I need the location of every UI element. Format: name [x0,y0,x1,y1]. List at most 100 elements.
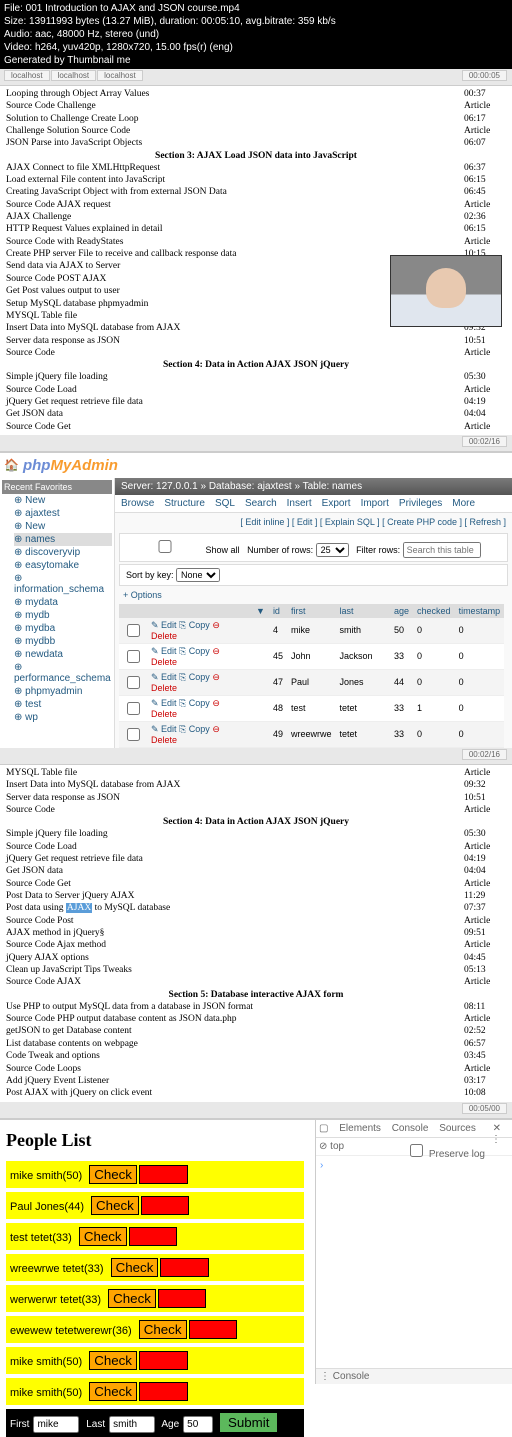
copy-link[interactable]: ⎘ Copy [179,698,210,708]
copy-link[interactable]: ⎘ Copy [179,620,210,630]
tree-node[interactable]: ⊕ easytomake [14,559,112,572]
tree-node[interactable]: ⊕ wp [14,711,112,724]
person-row: Paul Jones(44) CheckDelete [6,1192,304,1219]
tree-node[interactable]: ⊕ discoveryvip [14,546,112,559]
mobile-icon[interactable]: ▢ [319,1123,328,1134]
menu-browse[interactable]: Browse [121,498,154,509]
context-select[interactable]: top [330,1141,344,1152]
delete-button[interactable]: Delete [141,1196,190,1215]
options-toggle[interactable]: + Options [115,588,512,602]
check-button[interactable]: Check [139,1320,187,1339]
tree-node[interactable]: ⊕ names [14,533,112,546]
menu-privileges[interactable]: Privileges [399,498,442,509]
devtools-drawer: ⋮ Console [316,1368,512,1384]
clear-icon[interactable]: ⊘ [319,1141,327,1152]
copy-link[interactable]: ⎘ Copy [179,672,210,682]
edit-link[interactable]: ✎ Edit [151,698,177,708]
tree-node[interactable]: ⊕ New [14,494,112,507]
webcam-thumbnail [390,255,502,327]
age-input[interactable] [183,1416,213,1433]
delete-button[interactable]: Delete [189,1320,238,1339]
console-toolbar: ⊘ top Preserve log [316,1138,512,1156]
delete-button[interactable]: Delete [139,1351,188,1370]
meta-gen: Generated by Thumbnail me [4,54,508,67]
browser-tabs-1: 00:00:05 localhostlocalhostlocalhost [0,69,512,86]
check-button[interactable]: Check [79,1227,127,1246]
menu-import[interactable]: Import [361,498,389,509]
tree-node[interactable]: ⊕ mydbb [14,635,112,648]
recent-tab[interactable]: Recent [4,482,33,492]
delete-button[interactable]: Delete [158,1289,207,1308]
check-button[interactable]: Check [89,1165,137,1184]
tree-node[interactable]: ⊕ New [14,520,112,533]
course-list-2: MYSQL Table fileArticleInsert Data into … [0,765,512,1102]
pma-home-icon[interactable]: 🏠 [4,458,19,472]
tab-item[interactable]: localhost [51,70,97,81]
add-form: First Last Age Submit [6,1409,304,1437]
tree-node[interactable]: ⊕ mydata [14,596,112,609]
tab-elements[interactable]: Elements [339,1123,381,1134]
tab-console[interactable]: Console [392,1123,429,1134]
favorites-tab[interactable]: Favorites [35,482,72,492]
tab-item[interactable]: localhost [97,70,143,81]
tree-node[interactable]: ⊕ phpmyadmin [14,685,112,698]
copy-link[interactable]: ⎘ Copy [179,724,210,734]
preserve-check[interactable] [410,1144,423,1157]
meta-video: Video: h264, yuv420p, 1280x720, 15.00 fp… [4,41,508,54]
edit-link[interactable]: ✎ Edit [151,646,177,656]
tab-item[interactable]: localhost [4,70,50,81]
tree-node[interactable]: ⊕ newdata [14,648,112,661]
meta-size: Size: 13911993 bytes (13.27 MiB), durati… [4,15,508,28]
edit-link[interactable]: ✎ Edit [151,672,177,682]
check-button[interactable]: Check [89,1382,137,1401]
filter-input[interactable] [403,542,481,558]
pma-sidebar: Recent Favorites ⊕ New⊕ ajaxtest⊕ New⊕ n… [0,478,115,748]
check-button[interactable]: Check [91,1196,139,1215]
person-row: werwerwr tetet(33) CheckDelete [6,1285,304,1312]
table-row: ✎ Edit ⎘ Copy ⊖ Delete49wreewrwetetet330… [119,721,504,747]
last-input[interactable] [109,1416,155,1433]
tree-node[interactable]: ⊕ ajaxtest [14,507,112,520]
tree-node[interactable]: ⊕ performance_schema [14,661,112,685]
showall-check[interactable] [130,540,200,553]
meta-file: File: 001 Introduction to AJAX and JSON … [4,2,508,15]
query-links[interactable]: [ Edit inline ] [ Edit ] [ Explain SQL ]… [115,513,512,531]
delete-button[interactable]: Delete [160,1258,209,1277]
edit-link[interactable]: ✎ Edit [151,724,177,734]
devtools-tabs: ▢ Elements Console Sources ✕ ⋮ [316,1120,512,1138]
video-metadata-bar: File: 001 Introduction to AJAX and JSON … [0,0,512,69]
copy-link[interactable]: ⎘ Copy [179,646,210,656]
submit-button[interactable]: Submit [220,1413,277,1432]
meta-audio: Audio: aac, 48000 Hz, stereo (und) [4,28,508,41]
sort-select[interactable]: None [176,568,220,582]
check-button[interactable]: Check [108,1289,156,1308]
person-row: ewewew tetetwerewr(36) CheckDelete [6,1316,304,1343]
browser-tabs-3: 00:02/16 [0,748,512,765]
devtools-panel: ▢ Elements Console Sources ✕ ⋮ ⊘ top Pre… [315,1120,512,1384]
menu-more[interactable]: More [452,498,475,509]
table-row: ✎ Edit ⎘ Copy ⊖ Delete50werwerwrtetet330… [119,747,504,748]
data-table: ▼idfirstlastagecheckedtimestamp✎ Edit ⎘ … [119,604,504,748]
tree-node[interactable]: ⊕ test [14,698,112,711]
check-button[interactable]: Check [111,1258,159,1277]
menu-icon[interactable]: ⋮ [491,1134,501,1145]
delete-button[interactable]: Delete [139,1165,188,1184]
check-button[interactable]: Check [89,1351,137,1370]
delete-button[interactable]: Delete [129,1227,178,1246]
delete-button[interactable]: Delete [139,1382,188,1401]
browser-tabs-2: 00:02/16 [0,435,512,452]
first-input[interactable] [33,1416,79,1433]
tree-node[interactable]: ⊕ mydba [14,622,112,635]
table-row: ✎ Edit ⎘ Copy ⊖ Delete47PaulJones4400 [119,669,504,695]
close-icon[interactable]: ✕ [493,1123,501,1134]
tab-sources[interactable]: Sources [439,1123,476,1134]
menu-export[interactable]: Export [322,498,351,509]
tree-node[interactable]: ⊕ information_schema [14,572,112,596]
menu-sql[interactable]: SQL [215,498,235,509]
numrows-select[interactable]: 25 [316,543,349,557]
menu-search[interactable]: Search [245,498,277,509]
menu-structure[interactable]: Structure [164,498,205,509]
menu-insert[interactable]: Insert [287,498,312,509]
tree-node[interactable]: ⊕ mydb [14,609,112,622]
edit-link[interactable]: ✎ Edit [151,620,177,630]
